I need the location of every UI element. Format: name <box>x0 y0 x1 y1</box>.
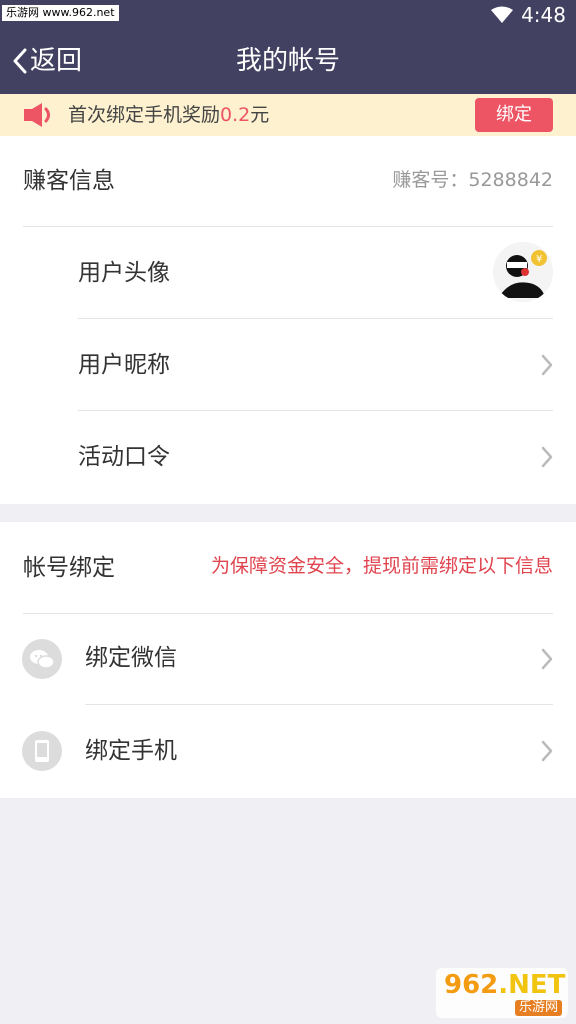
banner-amount: 0.2 <box>220 104 251 126</box>
nav-bar: 返回 我的帐号 <box>0 30 576 94</box>
avatar[interactable]: ¥ <box>493 242 553 302</box>
wechat-icon <box>22 639 62 679</box>
reward-banner: 首次绑定手机奖励0.2元 绑定 <box>0 94 576 136</box>
phone-icon <box>22 731 62 771</box>
list-item-avatar[interactable]: 用户头像 <box>0 227 576 319</box>
account-binding-section: 帐号绑定 为保障资金安全，提现前需绑定以下信息 绑定微信 绑定手机 <box>0 522 576 798</box>
list-item-activity-code[interactable]: 活动口令 <box>0 411 576 503</box>
list-item-label: 用户头像 <box>78 260 170 286</box>
banner-unit: 元 <box>250 104 270 126</box>
watermark-brand: 962.NET <box>444 970 565 1000</box>
avatar-image: ¥ <box>493 242 553 302</box>
list-item-label: 绑定手机 <box>85 738 177 764</box>
section-title: 帐号绑定 <box>23 555 115 581</box>
status-time: 4:48 <box>521 3 566 27</box>
binding-notice: 为保障资金安全，提现前需绑定以下信息 <box>210 555 553 577</box>
list-item-nickname[interactable]: 用户昵称 <box>0 319 576 411</box>
banner-text: 首次绑定手机奖励0.2元 <box>68 102 269 128</box>
list-item-bind-wechat[interactable]: 绑定微信 <box>0 614 576 704</box>
svg-text:¥: ¥ <box>536 254 542 265</box>
list-item-label: 用户昵称 <box>78 352 170 378</box>
chevron-right-icon <box>541 740 553 762</box>
chevron-right-icon <box>541 354 553 376</box>
page-title: 我的帐号 <box>235 46 340 76</box>
status-bar: 乐游网 www.962.net 4:48 <box>0 0 576 30</box>
list-item-label: 绑定微信 <box>85 645 177 671</box>
section-title: 赚客信息 <box>23 168 115 194</box>
list-item-bind-phone[interactable]: 绑定手机 <box>0 705 576 797</box>
chevron-right-icon <box>541 446 553 468</box>
earner-info-section: 赚客信息 赚客号：5288842 用户头像 ¥ 用户昵称 活动口令 <box>0 136 576 504</box>
earner-id: 赚客号：5288842 <box>392 169 553 191</box>
status-indicators: 4:48 <box>491 4 566 26</box>
chevron-right-icon <box>541 648 553 670</box>
watermark-brand-suffix: .NET <box>498 970 566 1000</box>
watermark-logo: 962.NET 乐游网 <box>436 968 568 1018</box>
list-item-label: 活动口令 <box>78 444 170 470</box>
speaker-icon <box>24 103 50 127</box>
bind-button[interactable]: 绑定 <box>475 98 553 132</box>
wifi-icon <box>491 6 514 23</box>
banner-text-prefix: 首次绑定手机奖励 <box>68 104 221 126</box>
watermark-brand-cn: 乐游网 <box>514 1000 562 1016</box>
watermark-brand-main: 962 <box>444 970 499 1000</box>
watermark-label: 乐游网 www.962.net <box>2 5 119 21</box>
